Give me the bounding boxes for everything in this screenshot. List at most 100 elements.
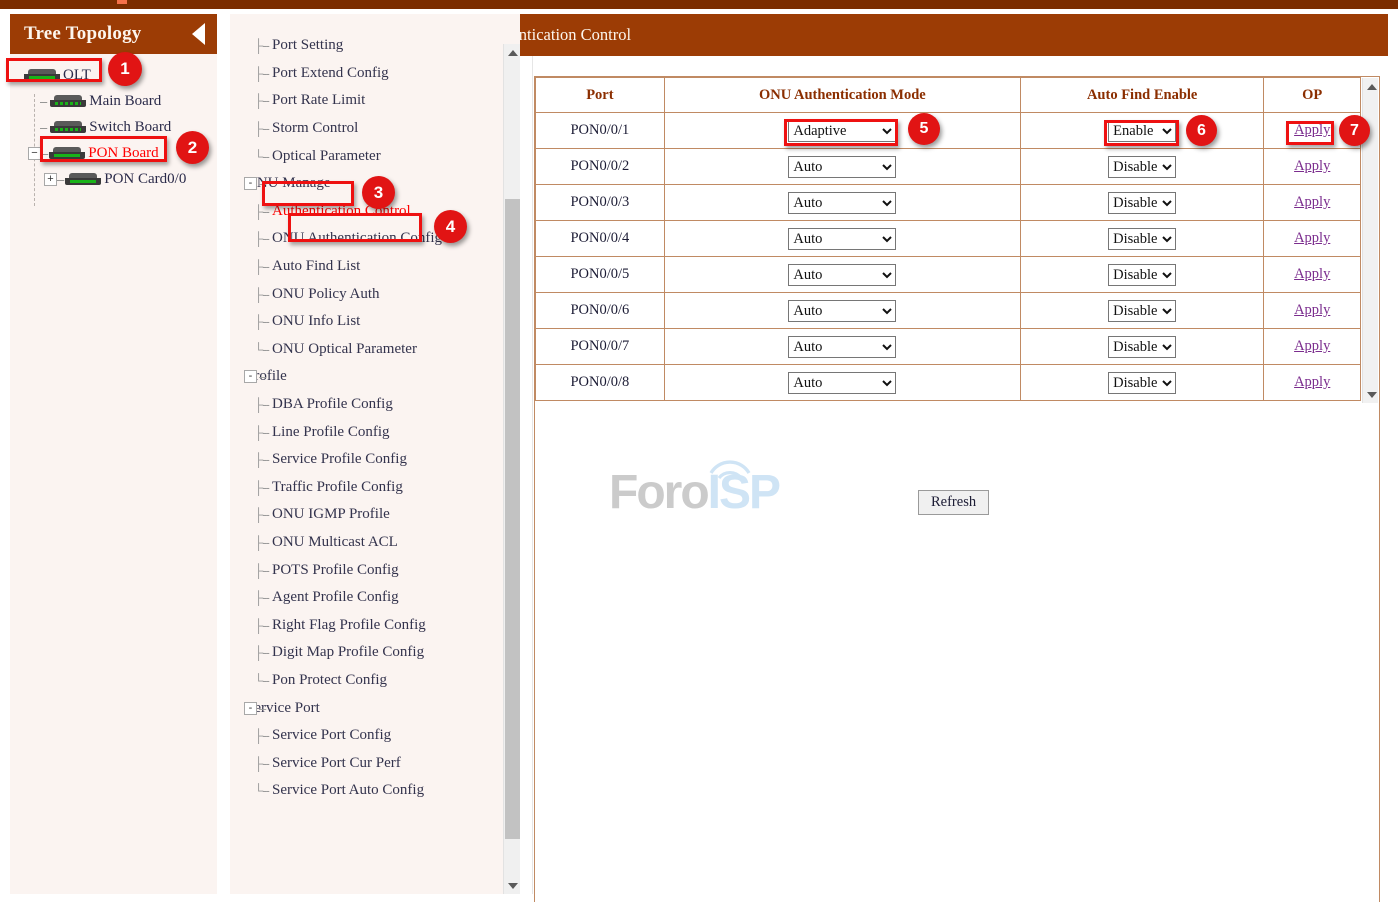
scroll-up-arrow-icon[interactable] [504, 44, 520, 61]
menu-item-optical-parameter[interactable]: └--Optical Parameter [230, 142, 502, 170]
menu-item-label: Digit Map Profile Config [272, 644, 424, 661]
onu-authentication-mode-select[interactable]: AutoAdaptiveManual [788, 336, 896, 358]
menu-item-service-port-cur-perf[interactable]: ├--Service Port Cur Perf [230, 749, 502, 777]
menu-item-label: Service Port Config [272, 727, 391, 744]
menu-item-port-rate-limit[interactable]: ├--Port Rate Limit [230, 87, 502, 115]
menu-item-service-port[interactable]: -–Service Port [230, 694, 502, 722]
cell-auto-find-enable: EnableDisable [1020, 257, 1263, 293]
menu-item-dba-profile-config[interactable]: ├--DBA Profile Config [230, 391, 502, 419]
menu-connector-icon: ├-- [254, 535, 272, 550]
tree-node-label: Switch Board [89, 119, 171, 136]
cell-auto-find-enable: EnableDisable [1020, 221, 1263, 257]
menu-connector-icon: └-- [254, 342, 272, 357]
onu-authentication-mode-select[interactable]: AutoAdaptiveManual [788, 372, 896, 394]
menu-connector-icon: └-- [254, 673, 272, 688]
apply-link[interactable]: Apply [1294, 194, 1330, 210]
annotation-box-3 [262, 181, 354, 206]
refresh-button[interactable]: Refresh [918, 490, 989, 515]
tree-topology-title: Tree Topology [24, 23, 142, 45]
menu-item-storm-control[interactable]: ├--Storm Control [230, 115, 502, 143]
menu-item-profile[interactable]: -–Profile [230, 363, 502, 391]
menu-vertical-scrollbar[interactable] [503, 44, 520, 894]
content-body: Port ONU Authentication Mode Auto Find E… [532, 56, 1388, 894]
menu-item-label: Right Flag Profile Config [272, 617, 426, 634]
menu-item-right-flag-profile-config[interactable]: ├--Right Flag Profile Config [230, 611, 502, 639]
onu-authentication-mode-select[interactable]: AutoAdaptiveManual [788, 192, 896, 214]
auto-find-enable-select[interactable]: EnableDisable [1108, 372, 1176, 394]
menu-connector-icon: – [259, 369, 266, 384]
auto-find-enable-select[interactable]: EnableDisable [1108, 336, 1176, 358]
menu-item-onu-optical-parameter[interactable]: └--ONU Optical Parameter [230, 336, 502, 364]
tree-node-pon-card-0-0[interactable]: + – PON Card0/0 [10, 166, 217, 192]
menu-item-pots-profile-config[interactable]: ├--POTS Profile Config [230, 556, 502, 584]
collapse-left-arrow-icon[interactable] [192, 23, 205, 45]
menu-item-digit-map-profile-config[interactable]: ├--Digit Map Profile Config [230, 639, 502, 667]
menu-item-port-setting[interactable]: ├--Port Setting [230, 32, 502, 60]
menu-connector-icon: ├-- [254, 756, 272, 771]
cell-op: Apply [1264, 293, 1361, 329]
apply-link[interactable]: Apply [1294, 302, 1330, 318]
menu-item-label: Port Setting [272, 37, 343, 54]
scroll-down-arrow-icon[interactable] [504, 877, 520, 894]
cell-port: PON0/0/2 [536, 149, 665, 185]
wifi-arc-icon [707, 453, 753, 479]
menu-item-line-profile-config[interactable]: ├--Line Profile Config [230, 418, 502, 446]
menu-item-agent-profile-config[interactable]: ├--Agent Profile Config [230, 584, 502, 612]
menu-item-onu-multicast-acl[interactable]: ├--ONU Multicast ACL [230, 529, 502, 557]
onu-authentication-mode-select[interactable]: AutoAdaptiveManual [788, 156, 896, 178]
menu-connector-icon: ├-- [254, 314, 272, 329]
annotation-badge-1: 1 [108, 52, 142, 86]
tree-connector-icon: – [40, 94, 46, 109]
scroll-down-arrow-icon[interactable] [1363, 386, 1380, 403]
menu-connector-icon: ├-- [254, 397, 272, 412]
tree-connector-icon: – [40, 120, 46, 135]
cell-auto-find-enable: EnableDisable [1020, 365, 1263, 401]
menu-item-onu-igmp-profile[interactable]: ├--ONU IGMP Profile [230, 501, 502, 529]
cell-auto-find-enable: EnableDisable [1020, 293, 1263, 329]
device-board-icon [50, 95, 86, 108]
onu-authentication-mode-select[interactable]: AutoAdaptiveManual [788, 300, 896, 322]
apply-link[interactable]: Apply [1294, 230, 1330, 246]
col-header-op: OP [1264, 78, 1361, 113]
menu-item-service-port-config[interactable]: ├--Service Port Config [230, 722, 502, 750]
cell-auto-find-enable: EnableDisable [1020, 329, 1263, 365]
tree-expander-plus-icon[interactable]: + [44, 173, 57, 186]
menu-item-onu-policy-auth[interactable]: ├--ONU Policy Auth [230, 280, 502, 308]
tree-node-main-board[interactable]: – Main Board [10, 88, 217, 114]
auto-find-enable-select[interactable]: EnableDisable [1108, 192, 1176, 214]
cell-port: PON0/0/8 [536, 365, 665, 401]
menu-expander-minus-icon[interactable]: - [244, 177, 257, 190]
menu-item-label: Port Extend Config [272, 65, 389, 82]
apply-link[interactable]: Apply [1294, 158, 1330, 174]
auth-control-panel: Port ONU Authentication Mode Auto Find E… [534, 76, 1380, 902]
menu-expander-minus-icon[interactable]: - [244, 702, 257, 715]
apply-link[interactable]: Apply [1294, 338, 1330, 354]
cell-port: PON0/0/5 [536, 257, 665, 293]
menu-item-label: Optical Parameter [272, 148, 381, 165]
auto-find-enable-select[interactable]: EnableDisable [1108, 228, 1176, 250]
auto-find-enable-select[interactable]: EnableDisable [1108, 300, 1176, 322]
menu-item-port-extend-config[interactable]: ├--Port Extend Config [230, 60, 502, 88]
apply-link[interactable]: Apply [1294, 374, 1330, 390]
onu-authentication-mode-select[interactable]: AutoAdaptiveManual [788, 264, 896, 286]
table-row: PON0/0/4AutoAdaptiveManualEnableDisableA… [536, 221, 1361, 257]
cell-onu-authentication-mode: AutoAdaptiveManual [664, 185, 1020, 221]
annotation-badge-4: 4 [434, 210, 467, 243]
auto-find-enable-select[interactable]: EnableDisable [1108, 264, 1176, 286]
annotation-box-7 [1286, 121, 1334, 145]
menu-item-label: ONU Policy Auth [272, 286, 380, 303]
menu-item-auto-find-list[interactable]: ├--Auto Find List [230, 253, 502, 281]
menu-connector-icon: ├-- [254, 480, 272, 495]
scroll-up-arrow-icon[interactable] [1363, 78, 1380, 95]
menu-item-traffic-profile-config[interactable]: ├--Traffic Profile Config [230, 474, 502, 502]
auto-find-enable-select[interactable]: EnableDisable [1108, 156, 1176, 178]
menu-connector-icon: ├-- [254, 204, 272, 219]
menu-item-service-port-auto-config[interactable]: └--Service Port Auto Config [230, 777, 502, 805]
menu-expander-minus-icon[interactable]: - [244, 370, 257, 383]
menu-item-service-profile-config[interactable]: ├--Service Profile Config [230, 446, 502, 474]
menu-item-onu-info-list[interactable]: ├--ONU Info List [230, 308, 502, 336]
apply-link[interactable]: Apply [1294, 266, 1330, 282]
menu-item-pon-protect-config[interactable]: └--Pon Protect Config [230, 667, 502, 695]
scroll-thumb[interactable] [505, 199, 520, 839]
onu-authentication-mode-select[interactable]: AutoAdaptiveManual [788, 228, 896, 250]
